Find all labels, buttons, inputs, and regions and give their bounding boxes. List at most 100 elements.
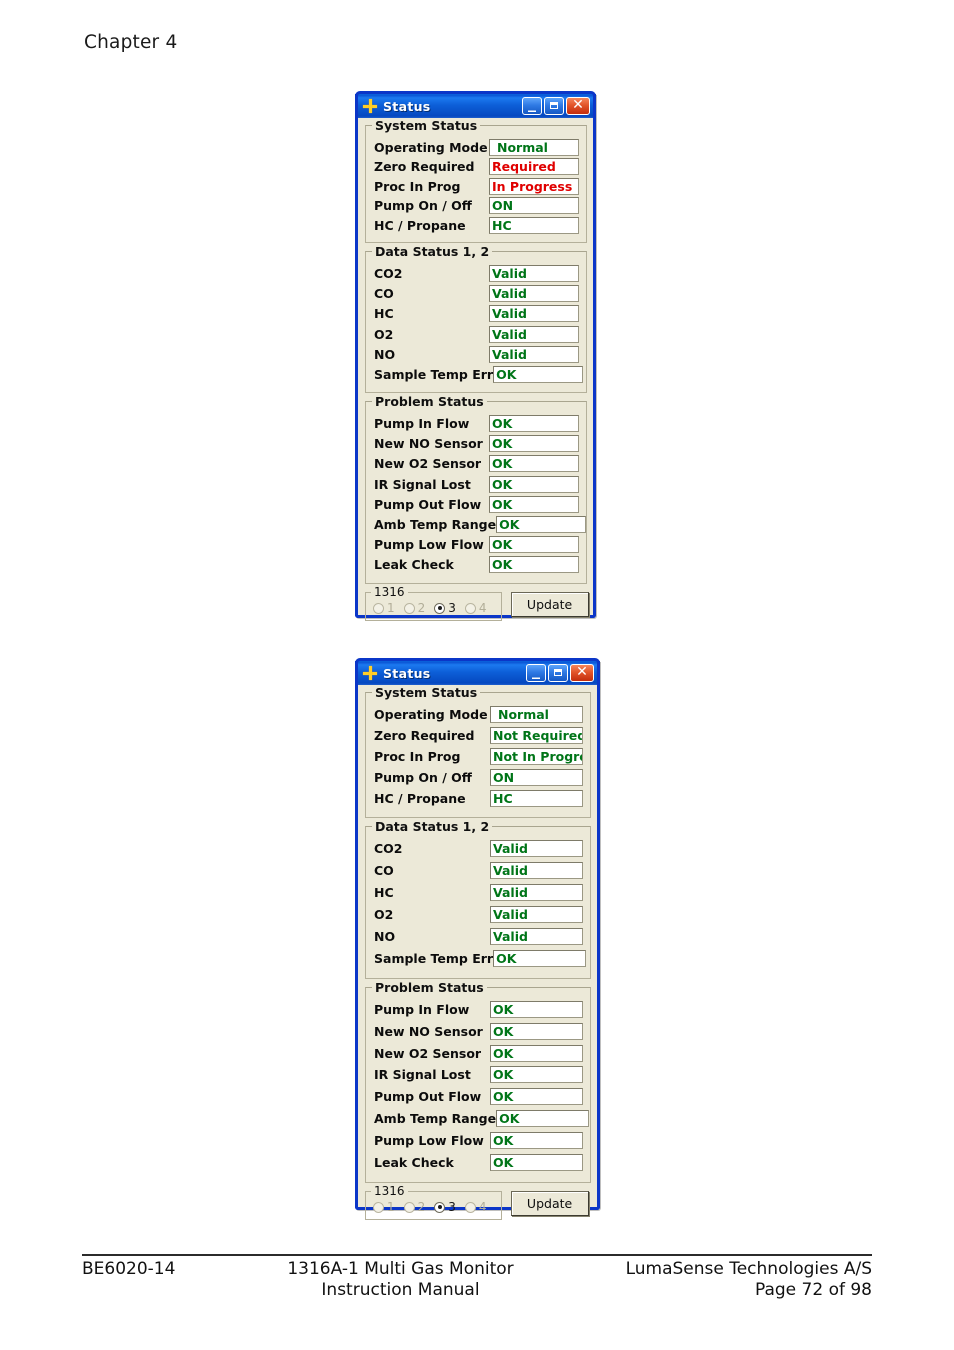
close-icon: ✕ (572, 97, 584, 113)
status-row: Operating Mode Normal (374, 705, 583, 724)
status-row-value: OK (489, 455, 579, 473)
radio-dot-icon (464, 1201, 476, 1213)
status-row-label: CO2 (374, 841, 403, 857)
status-row-label: Pump Out Flow (374, 496, 482, 512)
status-row-value: Valid (490, 884, 583, 902)
status-row-label: Operating Mode (374, 707, 488, 722)
status-row-label: Proc In Prog (374, 178, 461, 194)
status-row-label: Pump Low Flow (374, 537, 484, 553)
status-row-value: Valid (489, 285, 579, 303)
status-row: Sample Temp Err OK (374, 949, 587, 968)
status-row-label: O2 (374, 326, 394, 342)
status-row: IR Signal Lost OK (374, 475, 579, 494)
window-titlebar[interactable]: Status _ ✕ (355, 658, 600, 685)
status-row: Proc In Prog Not In Progress (374, 747, 583, 766)
minimize-button[interactable]: _ (522, 93, 542, 115)
status-row-label: IR Signal Lost (374, 1067, 471, 1083)
window-title: Status (383, 98, 431, 114)
device-radio-4: 4 (464, 1200, 487, 1215)
status-row-value: OK (490, 1066, 583, 1084)
status-row-label: CO (374, 863, 394, 879)
device-radio-2: 2 (403, 1200, 425, 1214)
radio-dot-icon (403, 1201, 415, 1213)
device-radio-label: 3 (448, 601, 456, 616)
status-row-value: OK (489, 536, 579, 554)
status-row-label: Pump Low Flow (374, 1133, 484, 1149)
device-radio-label: 2 (417, 601, 426, 616)
status-row: CO2 Valid (374, 264, 579, 283)
status-row-label: Sample Temp Err (374, 950, 494, 966)
status-row: IR Signal Lost OK (374, 1065, 583, 1084)
status-row: Pump Out Flow OK (374, 495, 579, 514)
status-row-label: Zero Required (374, 728, 475, 744)
maximize-icon (554, 669, 562, 676)
plus-star-icon (363, 99, 377, 113)
problem-status-legend: Problem Status (372, 394, 487, 410)
status-row: O2 Valid (374, 905, 583, 924)
close-button[interactable]: ✕ (570, 664, 594, 682)
radio-dot-icon (434, 602, 446, 614)
device-radio-3[interactable]: 3 (434, 601, 456, 615)
status-row: Sample Temp Err OK (374, 365, 584, 384)
status-row-value: OK (489, 435, 579, 453)
status-row: Operating Mode Normal (374, 138, 579, 157)
status-row-label: Pump In Flow (374, 1001, 470, 1017)
window-titlebar[interactable]: Status _ ✕ (355, 91, 596, 118)
status-window: Status _ ✕ System Status Operating Mode … (355, 658, 600, 1220)
status-row: CO Valid (374, 861, 583, 880)
maximize-button[interactable] (544, 97, 564, 115)
minimize-button[interactable]: _ (526, 662, 546, 682)
status-row-label: New O2 Sensor (374, 1045, 482, 1061)
status-row-label: HC / Propane (374, 791, 466, 807)
device-radio-label: 4 (478, 601, 487, 616)
status-row: Zero Required Required (374, 157, 579, 176)
device-radio-3[interactable]: 3 (434, 1200, 456, 1214)
plus-star-icon (363, 666, 377, 680)
status-row-label: HC (374, 885, 394, 901)
device-radio-label: 1 (387, 1200, 395, 1215)
status-row: CO2 Valid (374, 839, 583, 858)
status-row-label: Leak Check (374, 1155, 454, 1171)
status-row-value: OK (496, 516, 587, 534)
status-row-label: NO (374, 929, 396, 945)
device-radio-label: 1 (387, 601, 395, 616)
status-row-label: Pump Out Flow (374, 1089, 482, 1105)
status-row: HC / Propane HC (374, 789, 583, 808)
status-row-value: Normal (490, 706, 583, 723)
status-row-value: Not Required (490, 727, 583, 745)
status-row: New NO Sensor OK (374, 1022, 583, 1041)
data-status-legend: Data Status 1, 2 (372, 819, 493, 835)
status-row: Pump In Flow OK (374, 1000, 583, 1019)
status-row-value: Valid (490, 906, 583, 924)
status-row-value: OK (493, 365, 584, 383)
status-row-label: Proc In Prog (374, 749, 461, 765)
device-radio-1: 1 (373, 1200, 395, 1214)
minimize-icon: _ (528, 93, 536, 112)
status-row-value: Normal (489, 139, 579, 156)
status-row-label: Leak Check (374, 557, 454, 573)
close-button[interactable]: ✕ (566, 97, 590, 115)
maximize-button[interactable] (548, 664, 568, 682)
footer-product-name: 1316A-1 Multi Gas Monitor (287, 1259, 514, 1279)
status-row: Zero Required Not Required (374, 726, 583, 745)
status-row-value: OK (490, 1154, 583, 1172)
device-radio-label: 4 (478, 1200, 487, 1215)
radio-dot-icon (373, 602, 384, 614)
status-window: Status _ ✕ System Status Operating Mode … (355, 91, 596, 621)
status-row-value: Required (489, 158, 579, 176)
status-row-label: Pump On / Off (374, 198, 472, 214)
status-row: HC Valid (374, 883, 583, 902)
status-row-label: Pump In Flow (374, 416, 470, 432)
update-button[interactable]: Update (510, 1190, 589, 1216)
status-row: Amb Temp Range OK (374, 515, 587, 534)
data-status-legend: Data Status 1, 2 (372, 243, 493, 259)
status-row-value: Valid (490, 928, 583, 946)
system-status-group: System Status Operating Mode Normal Zero… (365, 118, 587, 243)
status-row-value: Valid (490, 862, 583, 880)
status-row: Leak Check OK (374, 555, 579, 574)
status-row: Pump Out Flow OK (374, 1087, 583, 1106)
problem-status-group: Problem Status Pump In Flow OK New NO Se… (365, 394, 587, 584)
update-button[interactable]: Update (510, 591, 589, 617)
status-row: HC Valid (374, 304, 579, 323)
status-row: Pump Low Flow OK (374, 1131, 583, 1150)
